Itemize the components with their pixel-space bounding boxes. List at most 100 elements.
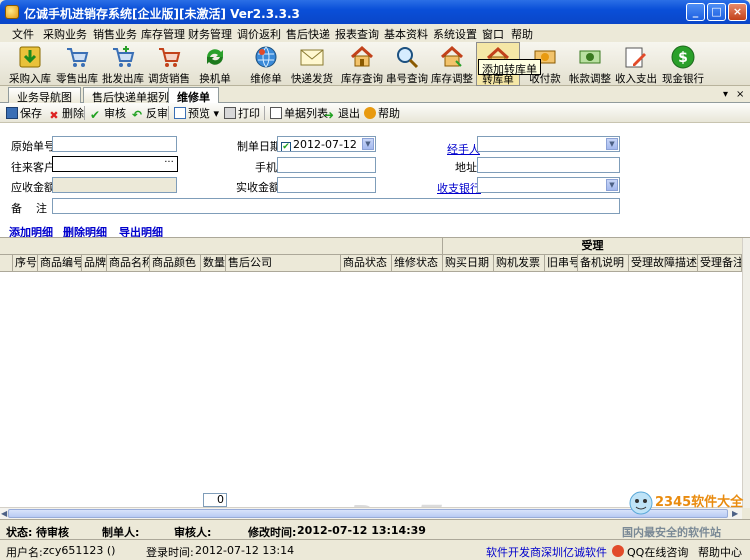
minimize-button[interactable]: _ xyxy=(686,3,705,21)
toolbar-purchase-in[interactable]: 采购入库 xyxy=(8,42,52,86)
column-header[interactable]: 品牌 xyxy=(82,255,107,272)
toolbar-income-expense[interactable]: 收入支出 xyxy=(614,42,658,86)
column-header[interactable]: 受理备注 xyxy=(698,255,742,272)
toolbar-stock-query[interactable]: 库存查询 xyxy=(340,42,384,86)
scroll-thumb[interactable] xyxy=(8,509,728,518)
column-header[interactable]: 数量 xyxy=(201,255,226,272)
modified-label: 修改时间: xyxy=(248,526,297,539)
tab-close-icon[interactable]: × xyxy=(736,89,744,100)
menu-pricing[interactable]: 调价返利 xyxy=(237,26,281,42)
tooltip: 添加转库单 xyxy=(478,59,541,76)
bank-link[interactable]: 收支银行 xyxy=(437,180,481,196)
grid-header-spacer xyxy=(0,238,443,255)
document-list-button[interactable]: 单据列表 xyxy=(270,105,328,121)
customer-input[interactable]: ··· xyxy=(52,156,178,172)
toolbar-wholesale-out[interactable]: 批发出库 xyxy=(101,42,145,86)
menu-sales[interactable]: 销售业务 xyxy=(93,26,137,42)
toolbar-cash-bank[interactable]: $ 现金银行 xyxy=(660,42,706,86)
preview-button[interactable]: 预览 ▾ xyxy=(174,105,219,121)
toolbar-transfer-sale[interactable]: 调货销售 xyxy=(147,42,191,86)
toolbar-express[interactable]: 快递发货 xyxy=(289,42,335,86)
menu-aftersales[interactable]: 售后快递 xyxy=(286,26,330,42)
maximize-button[interactable]: □ xyxy=(707,3,726,21)
login-label: 登录时间: xyxy=(146,546,194,559)
original-no-input[interactable] xyxy=(52,136,177,152)
developer-link[interactable]: 深圳亿诚软件 xyxy=(541,544,607,560)
save-label: 保存 xyxy=(20,107,42,120)
date-picker[interactable]: ✔ 2012-07-12 ▼ xyxy=(277,136,376,152)
audit-button[interactable]: ✔ 审核 xyxy=(90,105,126,121)
column-header[interactable]: 购买日期 xyxy=(443,255,494,272)
handler-link[interactable]: 经手人 xyxy=(447,141,480,157)
menu-window[interactable]: 窗口 xyxy=(482,26,504,42)
menu-help[interactable]: 帮助 xyxy=(511,26,533,42)
dollar-coin-icon: $ xyxy=(671,45,695,69)
help-button[interactable]: 帮助 xyxy=(364,105,400,121)
column-header[interactable]: 购机发票 xyxy=(494,255,545,272)
column-header[interactable]: 商品状态 xyxy=(341,255,392,272)
menu-reports[interactable]: 报表查询 xyxy=(335,26,379,42)
chevron-down-icon[interactable]: ▼ xyxy=(362,138,374,150)
envelope-icon xyxy=(300,49,324,66)
menu-file[interactable]: 文件 xyxy=(12,26,34,42)
column-header[interactable]: 备机说明 xyxy=(578,255,629,272)
toolbar-separator xyxy=(264,106,265,120)
chevron-down-icon[interactable]: ▼ xyxy=(606,179,618,191)
scroll-left-icon[interactable]: ◀ xyxy=(1,509,7,518)
exchange-arrows-icon xyxy=(207,49,223,65)
tab-pin-icon[interactable]: ▾ xyxy=(723,89,728,100)
column-header[interactable]: 售后公司 xyxy=(226,255,341,272)
toolbar-account-adjust[interactable]: 帐款调整 xyxy=(568,42,612,86)
group-header-accept: 受理 xyxy=(443,238,742,255)
column-header[interactable]: 受理故障描述 xyxy=(629,255,698,272)
toolbar-stock-adjust[interactable]: 库存调整 xyxy=(430,42,474,86)
unaudit-button[interactable]: ↶ 反审 xyxy=(132,105,168,121)
tab-business-nav[interactable]: 业务导航图 xyxy=(8,87,81,104)
column-header[interactable]: 旧串号 xyxy=(545,255,578,272)
undo-icon: ↶ xyxy=(132,108,143,122)
main-toolbar: 采购入库 零售出库 批发出库 调货销售 换机单 维修单 快递发货 库存查询 串号… xyxy=(0,42,750,86)
menu-settings[interactable]: 系统设置 xyxy=(433,26,477,42)
save-button[interactable]: 保存 xyxy=(6,105,42,121)
download-arrow-icon xyxy=(19,46,41,68)
received-input[interactable] xyxy=(277,177,376,193)
toolbar-label: 帐款调整 xyxy=(569,73,611,85)
toolbar-label: 库存调整 xyxy=(431,73,473,85)
menu-purchase[interactable]: 采购业务 xyxy=(43,26,87,42)
chevron-down-icon[interactable]: ▼ xyxy=(606,138,618,150)
browse-button[interactable]: ··· xyxy=(162,158,176,170)
toolbar-serial-query[interactable]: 串号查询 xyxy=(385,42,429,86)
developer-label: 软件开发商: xyxy=(486,546,545,559)
tab-repair-order[interactable]: 维修单 xyxy=(168,87,219,104)
menu-basic-data[interactable]: 基本资料 xyxy=(384,26,428,42)
print-button[interactable]: 打印 xyxy=(224,105,260,121)
handler-select[interactable]: ▼ xyxy=(477,136,620,152)
toolbar-exchange[interactable]: 换机单 xyxy=(195,42,235,86)
menu-inventory[interactable]: 库存管理 xyxy=(141,26,185,42)
bank-select[interactable]: ▼ xyxy=(477,177,620,193)
modified-value: 2012-07-12 13:14:39 xyxy=(297,524,426,537)
vertical-scrollbar[interactable] xyxy=(742,238,750,508)
column-header[interactable]: 商品名称 xyxy=(107,255,150,272)
qq-consult-link[interactable]: QQ在线咨询 xyxy=(627,544,688,560)
exit-button[interactable]: ➜ 退出 xyxy=(324,105,360,121)
toolbar-repair[interactable]: 维修单 xyxy=(244,42,288,86)
preview-label: 预览 xyxy=(188,107,210,120)
address-input[interactable] xyxy=(477,157,620,173)
checkbox-icon[interactable]: ✔ xyxy=(281,142,291,151)
remark-input[interactable] xyxy=(52,198,620,214)
close-button[interactable]: × xyxy=(728,3,747,21)
column-header[interactable]: 商品颜色 xyxy=(150,255,201,272)
delete-button[interactable]: ✖ 删除 xyxy=(48,105,84,121)
toolbar-retail-out[interactable]: 零售出库 xyxy=(55,42,99,86)
column-header[interactable]: 序号 xyxy=(13,255,38,272)
toolbar-separator xyxy=(168,106,169,120)
document-status-bar: 状态: 待审核 制单人: 审核人: 修改时间: 2012-07-12 13:14… xyxy=(0,519,750,539)
column-header[interactable]: 维修状态 xyxy=(392,255,443,272)
money-icon xyxy=(579,50,601,64)
phone-input[interactable] xyxy=(277,157,376,173)
toolbar-label: 批发出库 xyxy=(102,73,144,85)
help-center-link[interactable]: 帮助中心 xyxy=(698,544,742,560)
menu-finance[interactable]: 财务管理 xyxy=(188,26,232,42)
column-header[interactable]: 商品编号 xyxy=(38,255,82,272)
